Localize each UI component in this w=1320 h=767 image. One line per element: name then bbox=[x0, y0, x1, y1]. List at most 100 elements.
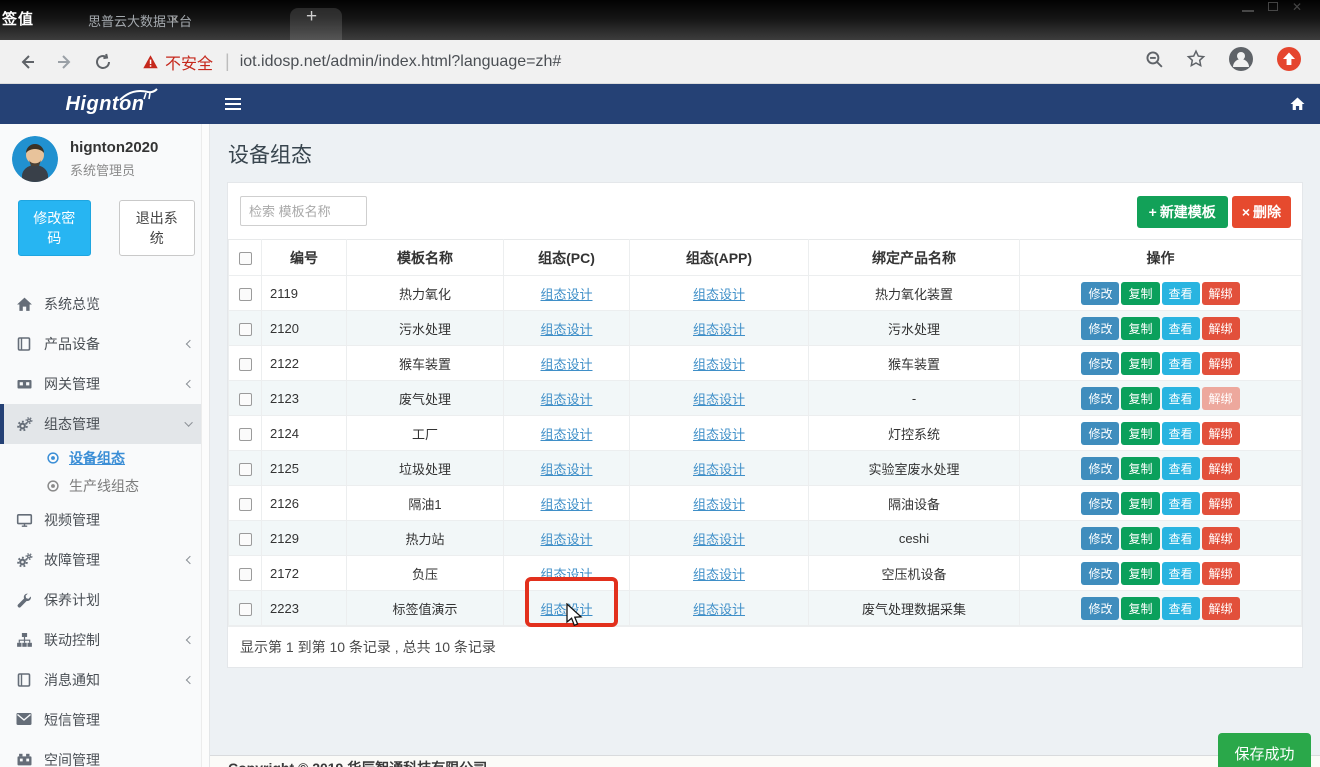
config-app-link[interactable]: 组态设计 bbox=[693, 427, 745, 442]
unbind-button[interactable]: 解绑 bbox=[1202, 422, 1240, 445]
extension-icon[interactable] bbox=[1276, 46, 1302, 77]
row-checkbox[interactable] bbox=[239, 428, 252, 441]
config-pc-link[interactable]: 组态设计 bbox=[540, 427, 592, 442]
row-checkbox[interactable] bbox=[239, 393, 252, 406]
unbind-button[interactable]: 解绑 bbox=[1202, 282, 1240, 305]
bookmark-star-icon[interactable] bbox=[1186, 49, 1206, 74]
copy-button[interactable]: 复制 bbox=[1121, 282, 1159, 305]
config-pc-link[interactable]: 组态设计 bbox=[540, 322, 592, 337]
config-pc-link[interactable]: 组态设计 bbox=[540, 357, 592, 372]
copy-button[interactable]: 复制 bbox=[1121, 492, 1159, 515]
unbind-button[interactable]: 解绑 bbox=[1202, 562, 1240, 585]
config-app-link[interactable]: 组态设计 bbox=[693, 532, 745, 547]
browser-tab[interactable]: 思普云大数据平台 bbox=[88, 0, 288, 40]
sidebar-scrollbar[interactable] bbox=[201, 124, 209, 767]
close-window-icon[interactable]: ✕ bbox=[1292, 2, 1302, 12]
security-chip[interactable]: 不安全 bbox=[142, 50, 213, 74]
row-checkbox[interactable] bbox=[239, 358, 252, 371]
sidebar-item-maintenance-plan[interactable]: 保养计划 bbox=[0, 580, 209, 620]
view-button[interactable]: 查看 bbox=[1162, 597, 1200, 620]
copy-button[interactable]: 复制 bbox=[1121, 562, 1159, 585]
new-tab-icon[interactable]: + bbox=[306, 6, 317, 28]
copy-button[interactable]: 复制 bbox=[1121, 317, 1159, 340]
config-pc-link[interactable]: 组态设计 bbox=[540, 392, 592, 407]
config-app-link[interactable]: 组态设计 bbox=[693, 567, 745, 582]
edit-button[interactable]: 修改 bbox=[1081, 562, 1119, 585]
config-app-link[interactable]: 组态设计 bbox=[693, 287, 745, 302]
edit-button[interactable]: 修改 bbox=[1081, 457, 1119, 480]
view-button[interactable]: 查看 bbox=[1162, 457, 1200, 480]
copy-button[interactable]: 复制 bbox=[1121, 597, 1159, 620]
unbind-button[interactable]: 解绑 bbox=[1202, 527, 1240, 550]
row-checkbox[interactable] bbox=[239, 323, 252, 336]
sidebar-subitem-device-config[interactable]: 设备组态 bbox=[0, 444, 209, 472]
row-checkbox[interactable] bbox=[239, 603, 252, 616]
edit-button[interactable]: 修改 bbox=[1081, 422, 1119, 445]
row-checkbox[interactable] bbox=[239, 533, 252, 546]
navbar-home-icon[interactable] bbox=[1274, 84, 1320, 124]
row-checkbox[interactable] bbox=[239, 568, 252, 581]
new-template-button[interactable]: +新建模板 bbox=[1137, 196, 1228, 228]
edit-button[interactable]: 修改 bbox=[1081, 317, 1119, 340]
sidebar-item-fault-mgmt[interactable]: 故障管理 bbox=[0, 540, 209, 580]
sidebar-item-sms-mgmt[interactable]: 短信管理 bbox=[0, 700, 209, 740]
view-button[interactable]: 查看 bbox=[1162, 352, 1200, 375]
delete-button[interactable]: ×删除 bbox=[1232, 196, 1291, 228]
copy-button[interactable]: 复制 bbox=[1121, 387, 1159, 410]
config-app-link[interactable]: 组态设计 bbox=[693, 357, 745, 372]
config-pc-link[interactable]: 组态设计 bbox=[540, 462, 592, 477]
sidebar-item-video-mgmt[interactable]: 视频管理 bbox=[0, 500, 209, 540]
view-button[interactable]: 查看 bbox=[1162, 282, 1200, 305]
sidebar-item-config-mgmt[interactable]: 组态管理 bbox=[0, 404, 209, 444]
sidebar-subitem-production-config[interactable]: 生产线组态 bbox=[0, 472, 209, 500]
select-all-checkbox[interactable] bbox=[239, 252, 252, 265]
back-icon[interactable] bbox=[16, 51, 38, 73]
copy-button[interactable]: 复制 bbox=[1121, 352, 1159, 375]
copy-button[interactable]: 复制 bbox=[1121, 527, 1159, 550]
copy-button[interactable]: 复制 bbox=[1121, 422, 1159, 445]
view-button[interactable]: 查看 bbox=[1162, 492, 1200, 515]
view-button[interactable]: 查看 bbox=[1162, 527, 1200, 550]
row-checkbox[interactable] bbox=[239, 288, 252, 301]
config-app-link[interactable]: 组态设计 bbox=[693, 462, 745, 477]
row-checkbox[interactable] bbox=[239, 463, 252, 476]
sidebar-item-message-notice[interactable]: 消息通知 bbox=[0, 660, 209, 700]
reload-icon[interactable] bbox=[92, 51, 114, 73]
view-button[interactable]: 查看 bbox=[1162, 422, 1200, 445]
tab-close-icon[interactable]: × bbox=[170, 11, 179, 28]
sidebar-item-gateway-mgmt[interactable]: 网关管理 bbox=[0, 364, 209, 404]
unbind-button[interactable]: 解绑 bbox=[1202, 492, 1240, 515]
sidebar-item-space-mgmt[interactable]: 空间管理 bbox=[0, 740, 209, 767]
config-pc-link[interactable]: 组态设计 bbox=[540, 567, 592, 582]
unbind-button[interactable]: 解绑 bbox=[1202, 317, 1240, 340]
logout-button[interactable]: 退出系统 bbox=[119, 200, 196, 256]
unbind-button[interactable]: 解绑 bbox=[1202, 457, 1240, 480]
config-app-link[interactable]: 组态设计 bbox=[693, 392, 745, 407]
config-pc-link[interactable]: 组态设计 bbox=[540, 532, 592, 547]
edit-button[interactable]: 修改 bbox=[1081, 282, 1119, 305]
edit-button[interactable]: 修改 bbox=[1081, 527, 1119, 550]
browser-profile-icon[interactable] bbox=[1228, 46, 1254, 77]
unbind-button[interactable]: 解绑 bbox=[1202, 597, 1240, 620]
edit-button[interactable]: 修改 bbox=[1081, 387, 1119, 410]
change-password-button[interactable]: 修改密码 bbox=[18, 200, 91, 256]
edit-button[interactable]: 修改 bbox=[1081, 597, 1119, 620]
config-pc-link[interactable]: 组态设计 bbox=[540, 602, 592, 617]
unbind-button[interactable]: 解绑 bbox=[1202, 352, 1240, 375]
view-button[interactable]: 查看 bbox=[1162, 562, 1200, 585]
brand-logo[interactable]: Hignton bbox=[0, 84, 210, 124]
edit-button[interactable]: 修改 bbox=[1081, 352, 1119, 375]
forward-icon[interactable] bbox=[54, 51, 76, 73]
sidebar-item-linkage-control[interactable]: 联动控制 bbox=[0, 620, 209, 660]
config-pc-link[interactable]: 组态设计 bbox=[540, 497, 592, 512]
search-input[interactable] bbox=[240, 196, 367, 226]
unbind-button[interactable]: 解绑 bbox=[1202, 387, 1240, 410]
sidebar-item-product-device[interactable]: 产品设备 bbox=[0, 324, 209, 364]
sidebar-toggle-icon[interactable] bbox=[210, 84, 256, 124]
config-app-link[interactable]: 组态设计 bbox=[693, 497, 745, 512]
sidebar-item-system-overview[interactable]: 系统总览 bbox=[0, 284, 209, 324]
config-app-link[interactable]: 组态设计 bbox=[693, 602, 745, 617]
minimize-icon[interactable] bbox=[1242, 10, 1254, 12]
maximize-icon[interactable] bbox=[1268, 2, 1278, 11]
view-button[interactable]: 查看 bbox=[1162, 317, 1200, 340]
